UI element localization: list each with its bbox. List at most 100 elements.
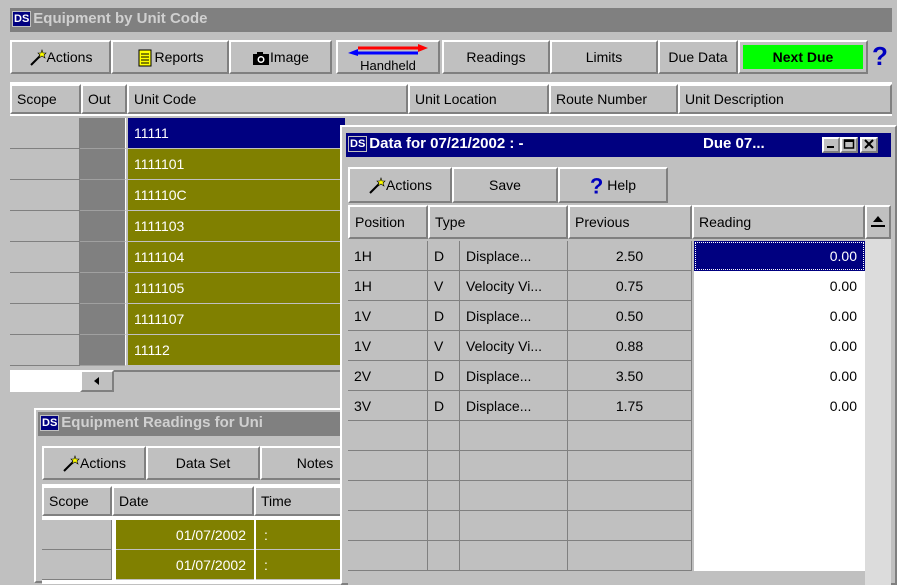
data-previous-cell[interactable] bbox=[568, 481, 692, 511]
data-previous-cell[interactable]: 0.75 bbox=[568, 271, 692, 301]
scroll-up-button[interactable] bbox=[865, 205, 891, 239]
readings-col-scope[interactable]: Scope bbox=[42, 486, 112, 516]
col-route-number[interactable]: Route Number bbox=[549, 84, 678, 114]
col-unit-description[interactable]: Unit Description bbox=[678, 84, 892, 114]
data-previous-cell[interactable] bbox=[568, 511, 692, 541]
data-row[interactable]: 1V V Velocity Vi... 0.88 0.00 bbox=[348, 331, 865, 361]
data-type-cell[interactable] bbox=[460, 541, 568, 571]
image-button[interactable]: Image bbox=[229, 40, 332, 74]
data-reading-cell[interactable] bbox=[694, 511, 865, 541]
data-type-cell[interactable] bbox=[460, 421, 568, 451]
col-out[interactable]: Out bbox=[81, 84, 127, 114]
next-due-button[interactable]: Next Due bbox=[738, 40, 868, 74]
data-position-cell[interactable]: 3V bbox=[348, 391, 428, 421]
unit-scope-cell[interactable] bbox=[10, 118, 80, 149]
readings-row[interactable]: 01/07/2002: bbox=[42, 520, 352, 550]
actions-button[interactable]: Actions bbox=[10, 40, 111, 74]
readings-actions-button[interactable]: Actions bbox=[42, 446, 146, 480]
data-set-button[interactable]: Data Set bbox=[146, 446, 260, 480]
unit-code-cell[interactable]: 1111103 bbox=[128, 211, 345, 242]
data-reading-cell[interactable]: 0.00 bbox=[694, 301, 865, 331]
data-type-code-cell[interactable]: V bbox=[428, 331, 460, 361]
data-type-cell[interactable]: Velocity Vi... bbox=[460, 271, 568, 301]
unit-code-cell[interactable]: 11111 bbox=[128, 118, 345, 149]
unit-code-cell[interactable]: 11112 bbox=[128, 335, 345, 366]
data-type-cell[interactable]: Displace... bbox=[460, 361, 568, 391]
unit-out-cell[interactable] bbox=[80, 304, 126, 335]
data-type-code-cell[interactable]: D bbox=[428, 301, 460, 331]
data-reading-cell[interactable] bbox=[694, 451, 865, 481]
unit-scope-cell[interactable] bbox=[10, 304, 80, 335]
readings-row[interactable]: 01/07/2002: bbox=[42, 550, 352, 580]
data-previous-cell[interactable]: 3.50 bbox=[568, 361, 692, 391]
unit-row[interactable]: 1111105 bbox=[10, 273, 345, 304]
data-position-cell[interactable] bbox=[348, 511, 428, 541]
data-type-cell[interactable]: Displace... bbox=[460, 241, 568, 271]
unit-row[interactable]: 11111 bbox=[10, 118, 345, 149]
data-type-cell[interactable] bbox=[460, 451, 568, 481]
data-position-cell[interactable]: 1V bbox=[348, 301, 428, 331]
data-row[interactable]: 2V D Displace... 3.50 0.00 bbox=[348, 361, 865, 391]
col-unit-location[interactable]: Unit Location bbox=[408, 84, 549, 114]
unit-code-cell[interactable]: 1111101 bbox=[128, 149, 345, 180]
unit-out-cell[interactable] bbox=[80, 273, 126, 304]
unit-code-cell[interactable]: 1111107 bbox=[128, 304, 345, 335]
data-empty-row[interactable] bbox=[348, 511, 865, 541]
data-type-code-cell[interactable]: D bbox=[428, 391, 460, 421]
data-position-cell[interactable]: 1V bbox=[348, 331, 428, 361]
scroll-left-button[interactable] bbox=[80, 370, 114, 392]
data-position-cell[interactable] bbox=[348, 481, 428, 511]
limits-button[interactable]: Limits bbox=[550, 40, 658, 74]
data-position-cell[interactable] bbox=[348, 421, 428, 451]
readings-col-time[interactable]: Time bbox=[254, 486, 352, 516]
data-type-cell[interactable] bbox=[460, 511, 568, 541]
due-data-button[interactable]: Due Data bbox=[658, 40, 738, 74]
data-col-type[interactable]: Type bbox=[428, 205, 568, 239]
maximize-button[interactable] bbox=[840, 137, 858, 153]
data-actions-button[interactable]: Actions bbox=[348, 167, 452, 203]
unit-scope-cell[interactable] bbox=[10, 211, 80, 242]
readings-time-cell[interactable]: : bbox=[256, 520, 352, 550]
data-type-cell[interactable]: Displace... bbox=[460, 301, 568, 331]
handheld-button[interactable]: Handheld bbox=[336, 40, 440, 74]
unit-row[interactable]: 111110C bbox=[10, 180, 345, 211]
unit-out-cell[interactable] bbox=[80, 242, 126, 273]
data-grid-vscrollbar[interactable] bbox=[865, 205, 891, 585]
unit-row[interactable]: 1111101 bbox=[10, 149, 345, 180]
data-reading-cell[interactable]: 0.00 bbox=[694, 331, 865, 361]
unit-scope-cell[interactable] bbox=[10, 273, 80, 304]
unit-out-cell[interactable] bbox=[80, 211, 126, 242]
unit-code-cell[interactable]: 111110C bbox=[128, 180, 345, 211]
data-position-cell[interactable] bbox=[348, 541, 428, 571]
data-col-previous[interactable]: Previous bbox=[568, 205, 692, 239]
data-type-cell[interactable]: Velocity Vi... bbox=[460, 331, 568, 361]
unit-code-cell[interactable]: 1111105 bbox=[128, 273, 345, 304]
data-position-cell[interactable]: 2V bbox=[348, 361, 428, 391]
unit-scope-cell[interactable] bbox=[10, 180, 80, 211]
unit-scope-cell[interactable] bbox=[10, 242, 80, 273]
save-button[interactable]: Save bbox=[452, 167, 558, 203]
data-previous-cell[interactable] bbox=[568, 421, 692, 451]
data-type-code-cell[interactable]: D bbox=[428, 241, 460, 271]
data-type-cell[interactable]: Displace... bbox=[460, 391, 568, 421]
data-row[interactable]: 3V D Displace... 1.75 0.00 bbox=[348, 391, 865, 421]
unit-code-cell[interactable]: 1111104 bbox=[128, 242, 345, 273]
data-reading-cell[interactable]: 0.00 bbox=[694, 361, 865, 391]
unit-out-cell[interactable] bbox=[80, 180, 126, 211]
data-type-code-cell[interactable] bbox=[428, 481, 460, 511]
data-empty-row[interactable] bbox=[348, 541, 865, 571]
unit-row[interactable]: 11112 bbox=[10, 335, 345, 366]
data-empty-row[interactable] bbox=[348, 451, 865, 481]
readings-date-cell[interactable]: 01/07/2002 bbox=[116, 520, 254, 550]
data-row[interactable]: 1V D Displace... 0.50 0.00 bbox=[348, 301, 865, 331]
data-col-reading[interactable]: Reading bbox=[692, 205, 865, 239]
readings-scope-cell[interactable] bbox=[42, 520, 112, 550]
readings-time-cell[interactable]: : bbox=[256, 550, 352, 580]
unit-out-cell[interactable] bbox=[80, 335, 126, 366]
data-type-code-cell[interactable] bbox=[428, 451, 460, 481]
close-button[interactable] bbox=[860, 137, 878, 153]
data-col-position[interactable]: Position bbox=[348, 205, 428, 239]
unit-row[interactable]: 1111103 bbox=[10, 211, 345, 242]
data-reading-cell[interactable] bbox=[694, 421, 865, 451]
vscroll-track[interactable] bbox=[865, 239, 891, 585]
